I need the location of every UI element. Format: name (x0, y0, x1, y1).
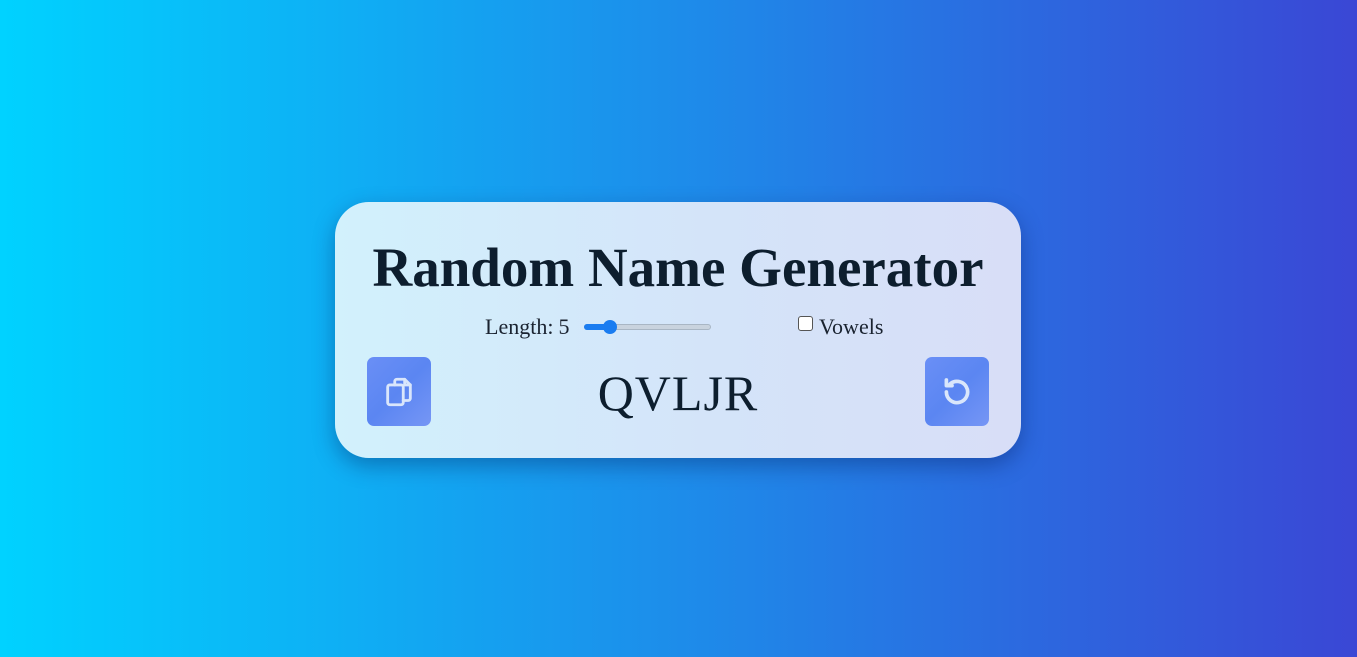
vowels-checkbox[interactable] (798, 316, 813, 331)
length-label: Length: 5 (485, 313, 569, 341)
controls-row: Length: 5 Vowels (485, 313, 905, 341)
copy-icon (382, 375, 416, 409)
refresh-icon (940, 375, 974, 409)
vowels-option[interactable]: Vowels (798, 313, 883, 341)
slider-thumb[interactable] (602, 320, 617, 334)
generated-name: QVLJR (597, 365, 759, 421)
vowels-label: Vowels (819, 314, 884, 339)
generator-card: Random Name Generator Length: 5 Vowels QV… (335, 202, 1021, 458)
copy-button[interactable] (367, 357, 431, 426)
length-slider[interactable] (584, 320, 711, 334)
length-value: 5 (558, 314, 570, 339)
refresh-button[interactable] (925, 357, 989, 426)
length-label-text: Length: (485, 314, 554, 339)
page-title: Random Name Generator (372, 237, 984, 298)
